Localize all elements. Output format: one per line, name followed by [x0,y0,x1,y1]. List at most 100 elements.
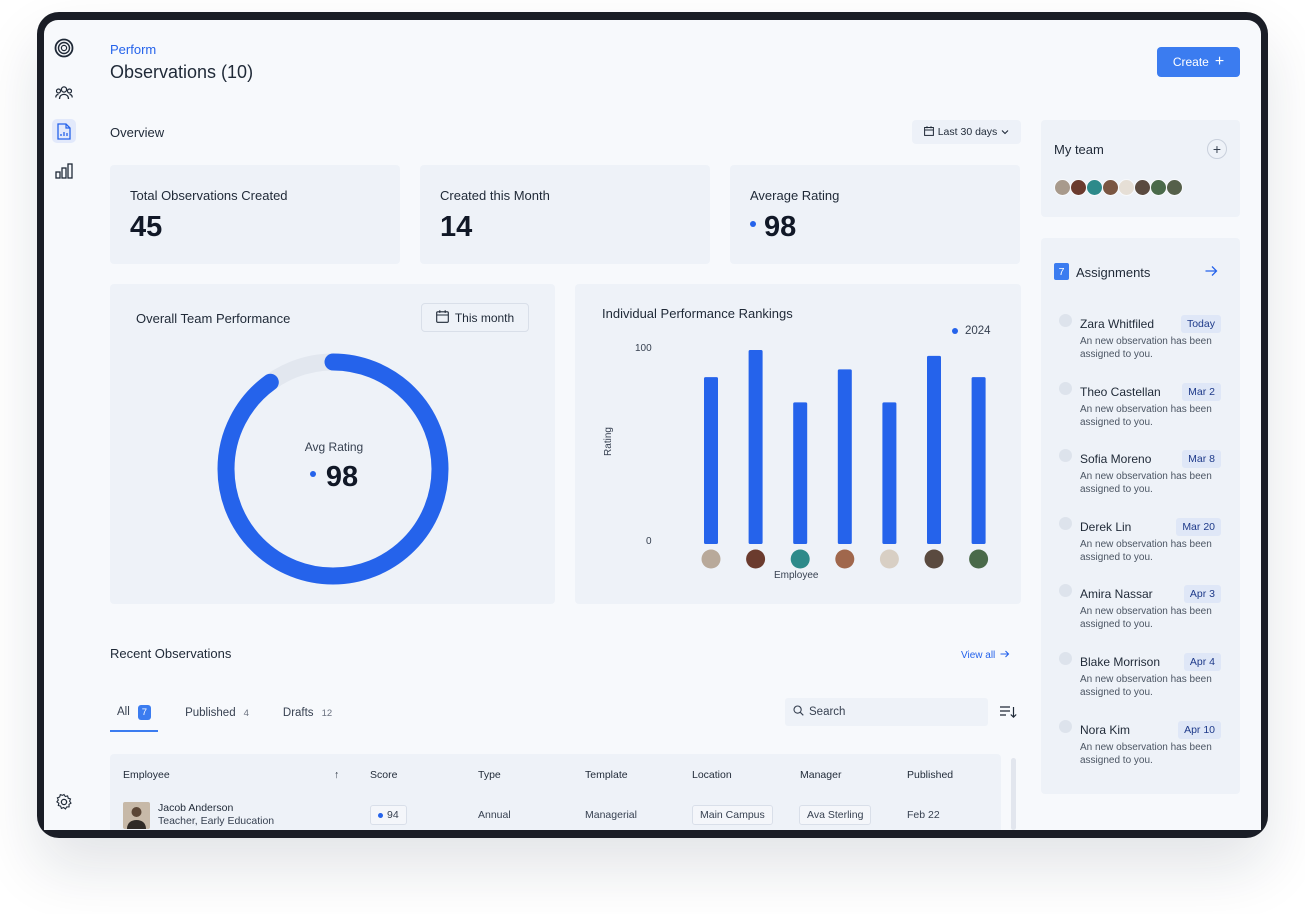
table-scrollbar[interactable] [1011,758,1016,830]
avatar[interactable] [1102,179,1119,196]
tab-label: All [117,706,130,718]
calendar-icon [923,125,934,139]
column-header-template[interactable]: Template [585,769,628,781]
chart-bar[interactable] [882,402,897,544]
employee-avatar[interactable] [969,549,989,569]
employee-avatar[interactable] [835,549,855,569]
analytics-icon[interactable] [52,159,76,183]
avatar[interactable] [1118,179,1135,196]
column-header-manager[interactable]: Manager [800,769,841,781]
list-item[interactable]: Theo Castellan Mar 2 An new observation ha… [1041,381,1240,442]
rating-dot [309,471,316,478]
score-value: 94 [387,809,399,821]
employee-role: Teacher, Early Education [158,815,275,827]
column-header-published[interactable]: Published [907,769,953,781]
create-button[interactable]: Create + [1157,47,1240,77]
employee-avatar[interactable] [790,549,810,569]
sort-icon[interactable] [997,701,1019,723]
status-circle-icon [1059,584,1072,598]
tab-count-badge: 7 [137,704,152,720]
assignment-description: An new observation has been assigned to … [1080,471,1212,496]
logo-icon[interactable] [52,36,76,60]
score-badge: 94 [370,805,407,825]
report-icon[interactable] [52,119,76,143]
stat-value-wrap: 98 [750,211,796,244]
rankings-bar-chart [701,350,989,569]
avatar[interactable] [1150,179,1167,196]
chart-bar[interactable] [704,377,718,544]
sort-arrow-icon[interactable]: ↑ [334,769,339,781]
breadcrumb[interactable]: Perform [110,42,156,57]
assignment-date-badge: Apr 10 [1178,720,1221,739]
employee-avatar[interactable] [701,549,721,569]
chart-bar[interactable] [927,355,941,544]
search-placeholder: Search [809,706,846,718]
chart-bar[interactable] [837,369,852,544]
employee-name: Jacob Anderson [158,802,234,814]
employee-avatar[interactable] [879,549,899,569]
list-item[interactable]: Nora Kim Apr 10 An new observation has bee… [1041,719,1240,780]
employee-avatar[interactable] [924,549,944,569]
employee-avatar[interactable] [746,549,766,569]
stat-card-month: Created this Month 14 [420,165,710,264]
column-header-type[interactable]: Type [478,769,501,781]
list-item[interactable]: Blake Morrison Apr 4 An new observation ha… [1041,652,1240,712]
manager-chip: Ava Sterling [799,805,872,825]
list-item[interactable]: Derek Lin Mar 20 An new observation has be… [1041,516,1240,577]
column-header-score[interactable]: Score [370,769,397,781]
gear-icon[interactable] [52,790,76,814]
plus-icon: + [1212,141,1222,157]
chart-bar[interactable] [793,402,808,544]
assignments-count-badge: 7 [1054,263,1069,280]
chart-legend: 2024 [952,325,991,337]
tab-count: 12 [321,707,333,719]
assignment-description: An new observation has been assigned to … [1080,741,1212,766]
list-item[interactable]: Sofia Moreno Mar 8 An new observation has … [1041,449,1240,509]
assignment-date-badge: Mar 20 [1176,517,1221,536]
stat-label: Created this Month [440,188,550,203]
legend-swatch [952,328,958,334]
tab-published[interactable]: Published 4 [178,702,256,732]
arrow-right-icon[interactable] [1205,264,1218,282]
legend-label: 2024 [965,325,991,337]
tab-drafts[interactable]: Drafts 12 [276,702,339,732]
stat-label: Average Rating [750,188,840,203]
donut-center-value: 98 [325,461,359,493]
rankings-title: Individual Performance Rankings [602,306,793,321]
chart-bar[interactable] [748,350,763,544]
view-all-link[interactable]: View all [961,650,1010,661]
chart-bar[interactable] [971,377,986,544]
donut-center-label: Avg Rating [304,440,364,454]
team-icon[interactable] [52,81,76,105]
plus-icon: + [1214,53,1225,70]
assignee-name: Nora Kim [1080,722,1131,737]
chevron-down-icon [1001,126,1009,138]
donut-center-value-wrap: 98 [284,461,384,494]
list-item[interactable]: Amira Nassar Apr 3 An new observation has … [1041,584,1240,644]
list-item[interactable]: Zara Whitfiled Today An new observation ha… [1041,314,1240,374]
date-range-dropdown[interactable]: Last 30 days [912,120,1021,144]
app-screen: Perform Observations (10) Create + Overv… [44,20,1261,830]
tab-all[interactable]: All 7 [110,702,159,732]
column-header-location[interactable]: Location [692,769,732,781]
avatar[interactable] [1054,179,1071,196]
search-input[interactable]: Search [785,698,988,726]
avatar[interactable] [1086,179,1103,196]
tab-bar: All 7 Published 4 Drafts 12 [110,702,339,732]
avatar[interactable] [1166,179,1183,196]
avatar[interactable] [1134,179,1151,196]
date-range-label: Last 30 days [937,126,998,138]
my-team-title: My team [1054,142,1104,157]
assignee-name: Blake Morrison [1080,655,1161,669]
arrow-right-icon [1000,650,1010,661]
avatar[interactable] [1070,179,1087,196]
stat-value: 14 [440,211,473,243]
stat-label: Total Observations Created [130,188,288,203]
column-header-employee[interactable]: Employee [123,769,170,781]
recent-observations-title: Recent Observations [110,646,232,661]
stat-value: 98 [764,211,797,243]
add-member-button[interactable]: + [1207,139,1227,159]
avatar [123,802,150,829]
page-title: Observations (10) [110,62,254,82]
period-button[interactable]: This month [421,303,529,332]
